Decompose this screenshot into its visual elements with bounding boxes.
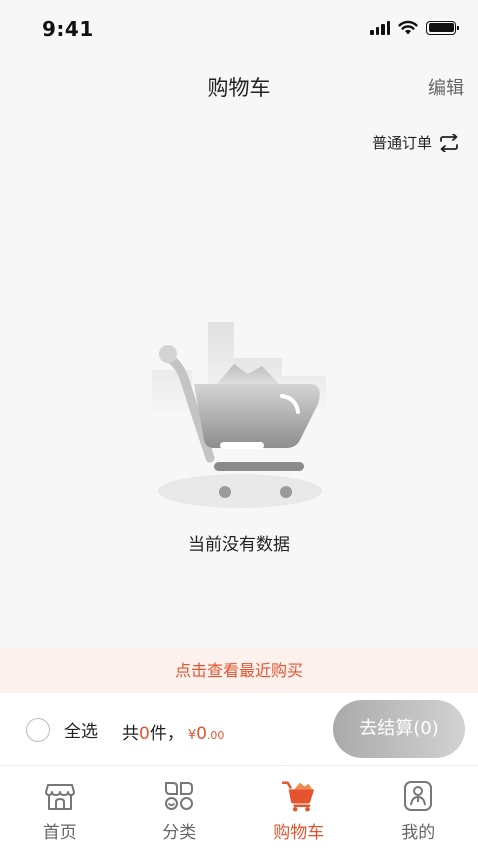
wifi-icon [398, 20, 418, 35]
select-all-radio[interactable] [26, 717, 50, 742]
battery-icon [426, 20, 459, 35]
status-bar: 9:41 [0, 0, 478, 56]
tab-home-label: 首页 [42, 823, 77, 843]
currency-symbol: ¥ [187, 728, 197, 743]
count-suffix: 件， [149, 724, 184, 744]
order-type-label: 普通订单 [371, 134, 432, 152]
count-prefix: 共 [122, 724, 139, 744]
select-all-label: 全选 [64, 722, 98, 742]
tab-category-label: 分类 [162, 823, 197, 843]
total-amount: 0 [196, 724, 207, 744]
checkout-bar: 全选 共 0 件， ¥ 0 .00 去结算(0) [0, 693, 478, 765]
cart-summary: 共 0 件， ¥ 0 .00 [122, 719, 224, 744]
item-count: 0 [139, 724, 150, 744]
category-icon [162, 778, 196, 814]
status-time: 9:41 [42, 17, 94, 41]
tab-category[interactable]: 分类 [120, 766, 240, 850]
status-icons [370, 20, 459, 35]
edit-button[interactable]: 编辑 [428, 74, 464, 100]
order-type-switch[interactable]: 普通订单 [372, 132, 460, 153]
tab-home[interactable]: 首页 [0, 766, 120, 850]
checkout-button[interactable]: 去结算(0) [333, 700, 465, 758]
page-title: 购物车 [207, 76, 271, 100]
empty-cart-illustration [152, 322, 326, 508]
bottom-tab-bar: 首页 分类 购物车 我的 [0, 765, 478, 850]
total-cents: .00 [206, 729, 225, 742]
profile-icon [401, 778, 435, 814]
nav-bar: 购物车 编辑 [0, 60, 478, 110]
recent-purchases-banner[interactable]: 点击查看最近购买 [0, 648, 478, 693]
tab-cart-label: 购物车 [273, 823, 325, 843]
select-all-toggle[interactable]: 全选 [26, 717, 98, 742]
empty-state-message: 当前没有数据 [188, 535, 290, 555]
tab-cart[interactable]: 购物车 [239, 766, 359, 850]
storefront-icon [43, 778, 77, 814]
tab-profile[interactable]: 我的 [359, 766, 478, 850]
tab-profile-label: 我的 [401, 823, 436, 843]
cart-icon [281, 778, 316, 814]
switch-arrows-icon [440, 133, 458, 152]
cellular-signal-icon [370, 20, 390, 35]
